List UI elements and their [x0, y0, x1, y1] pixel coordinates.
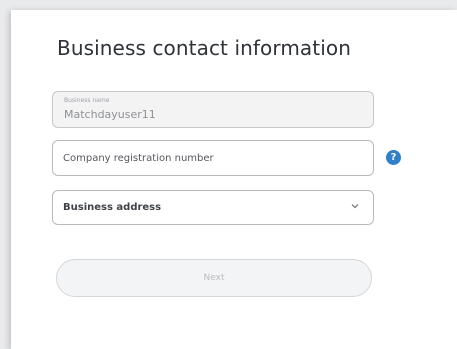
business-name-value: Matchdayuser11: [64, 108, 156, 121]
chevron-down-icon: [351, 204, 359, 209]
business-address-label: Business address: [63, 202, 162, 213]
form-card: Business contact information Business na…: [11, 10, 457, 349]
business-name-label: Business name: [64, 97, 110, 104]
question-icon[interactable]: ?: [386, 150, 401, 165]
page-title: Business contact information: [57, 36, 351, 60]
business-address-select[interactable]: Business address: [52, 190, 374, 225]
company-registration-input[interactable]: [63, 141, 353, 175]
business-name-field: Business name Matchdayuser11: [52, 91, 374, 128]
next-button[interactable]: Next: [56, 259, 372, 297]
company-registration-field[interactable]: [52, 140, 374, 176]
